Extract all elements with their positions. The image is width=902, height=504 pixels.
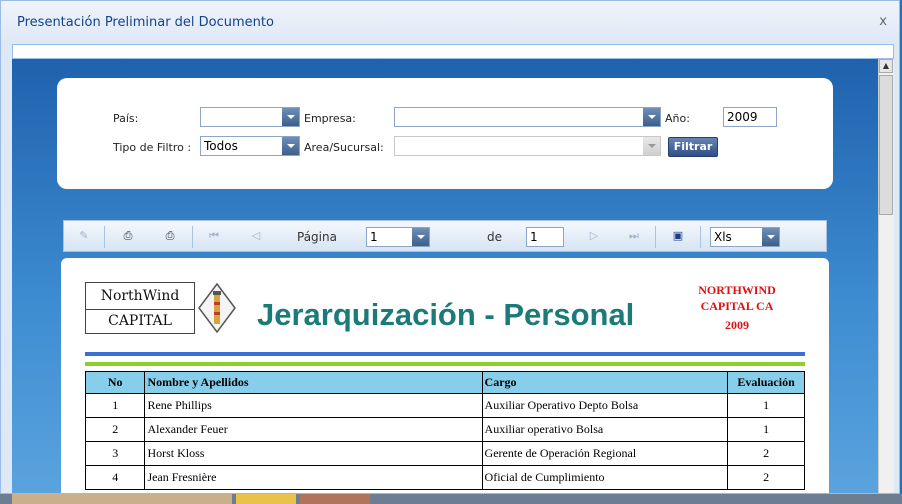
divider-blue (85, 352, 805, 356)
col-header-nombre: Nombre y Apellidos (144, 371, 483, 394)
cell-evaluacion: 1 (727, 417, 805, 442)
print-preview-icon[interactable]: ⎙ (162, 229, 178, 243)
table-row: 2 Alexander Feuer Auxiliar operativo Bol… (84, 417, 805, 442)
scroll-thumb[interactable] (879, 75, 893, 215)
cell-evaluacion: 2 (727, 465, 805, 490)
col-header-no: No (84, 371, 146, 394)
next-page-icon[interactable]: ▷ (586, 229, 602, 243)
personnel-table: No Nombre y Apellidos Cargo Evaluación 1… (84, 371, 805, 490)
export-format-select[interactable]: Xls (710, 227, 780, 247)
empresa-select[interactable] (394, 107, 661, 127)
cell-no: 2 (84, 417, 146, 442)
cell-nombre: Rene Phillips (144, 393, 483, 418)
pagina-label: Página (297, 230, 337, 244)
taskbar-item (236, 494, 296, 504)
preview-dialog: Presentación Preliminar del Documento x … (0, 0, 900, 494)
table-row: 1 Rene Phillips Auxiliar Operativo Depto… (84, 393, 805, 418)
dialog-title: Presentación Preliminar del Documento (17, 15, 274, 30)
company-logo: NorthWind CAPITAL (85, 282, 195, 334)
filtrar-button[interactable]: Filtrar (668, 137, 718, 157)
chevron-down-icon[interactable] (643, 137, 660, 155)
area-select[interactable] (394, 136, 661, 156)
cell-cargo: Auxiliar Operativo Depto Bolsa (481, 393, 729, 418)
chevron-down-icon[interactable] (412, 228, 429, 246)
report-viewer-area: País: Empresa: Año: 2009 Tipo de Filtro … (12, 59, 878, 493)
prev-page-icon[interactable]: ◁ (248, 229, 264, 243)
cell-nombre: Jean Fresnière (144, 465, 483, 490)
logo-bottom-text: CAPITAL (108, 313, 172, 329)
col-header-cargo: Cargo (481, 371, 729, 394)
empresa-label: Empresa: (304, 112, 356, 125)
company-line-2: CAPITAL CA (700, 299, 774, 313)
anio-input[interactable]: 2009 (723, 107, 777, 127)
logo-top-text: NorthWind (86, 283, 194, 310)
last-page-icon[interactable]: ⏭ (626, 229, 642, 243)
anio-label: Año: (665, 112, 690, 125)
chevron-down-icon[interactable] (643, 108, 660, 126)
edit-icon[interactable]: ✎ (76, 229, 92, 243)
cell-cargo: Gerente de Operación Regional (481, 441, 729, 466)
toolbar-separator (192, 226, 193, 248)
cell-evaluacion: 2 (727, 441, 805, 466)
filter-panel: País: Empresa: Año: 2009 Tipo de Filtro … (57, 78, 833, 189)
page-select[interactable]: 1 (366, 227, 430, 247)
table-row: 4 Jean Fresnière Oficial de Cumplimiento… (84, 465, 805, 490)
print-icon[interactable]: ⎙ (120, 229, 136, 243)
close-icon[interactable]: x (879, 14, 887, 29)
divider-green (85, 362, 805, 366)
tipo-filtro-select[interactable]: Todos (200, 136, 300, 156)
de-label: de (487, 230, 502, 244)
cell-no: 4 (84, 465, 146, 490)
cell-nombre: Alexander Feuer (144, 417, 483, 442)
lighthouse-logo-icon (198, 282, 236, 334)
cell-evaluacion: 1 (727, 393, 805, 418)
cell-no: 3 (84, 441, 146, 466)
cell-no: 1 (84, 393, 146, 418)
first-page-icon[interactable]: ⏮ (206, 229, 222, 243)
toolbar-separator (655, 226, 656, 248)
cell-nombre: Horst Kloss (144, 441, 483, 466)
company-line-1: NORTHWIND (698, 283, 776, 297)
company-heading: NORTHWIND CAPITAL CA 2009 (685, 282, 789, 333)
area-label: Area/Sucursal: (304, 141, 384, 154)
toolbar-separator (104, 226, 105, 248)
pais-label: País: (113, 112, 139, 125)
cell-cargo: Auxiliar operativo Bolsa (481, 417, 729, 442)
format-value: Xls (714, 230, 732, 244)
col-header-evaluacion: Evaluación (727, 371, 805, 394)
taskbar-item (300, 494, 370, 504)
vertical-scrollbar[interactable]: ▲ (878, 59, 894, 493)
cell-cargo: Oficial de Cumplimiento (481, 465, 729, 490)
page-value: 1 (370, 230, 378, 244)
chevron-down-icon[interactable] (282, 108, 299, 126)
tipo-filtro-label: Tipo de Filtro : (113, 141, 192, 154)
report-title: Jerarquización - Personal (257, 297, 635, 332)
report-page: NorthWind CAPITAL Jerarquización - Perso… (61, 258, 829, 493)
pais-select[interactable] (200, 107, 300, 127)
save-icon[interactable]: ▣ (670, 229, 686, 243)
tipo-filtro-value: Todos (204, 139, 238, 153)
table-header-row: No Nombre y Apellidos Cargo Evaluación (84, 371, 805, 394)
total-pages-field: 1 (526, 227, 564, 247)
chevron-down-icon[interactable] (762, 228, 779, 246)
inner-frame-bar (12, 44, 894, 59)
report-toolbar: ✎ ⎙ ⎙ ⏮ ◁ Página 1 de 1 ▷ ⏭ ▣ Xls (63, 220, 827, 252)
report-year: 2009 (725, 318, 749, 332)
table-row: 3 Horst Kloss Gerente de Operación Regio… (84, 441, 805, 466)
chevron-down-icon[interactable] (282, 137, 299, 155)
dialog-titlebar[interactable]: Presentación Preliminar del Documento x (1, 1, 899, 43)
taskbar-item (12, 494, 232, 504)
scroll-up-icon[interactable]: ▲ (879, 59, 893, 73)
toolbar-separator (700, 226, 701, 248)
